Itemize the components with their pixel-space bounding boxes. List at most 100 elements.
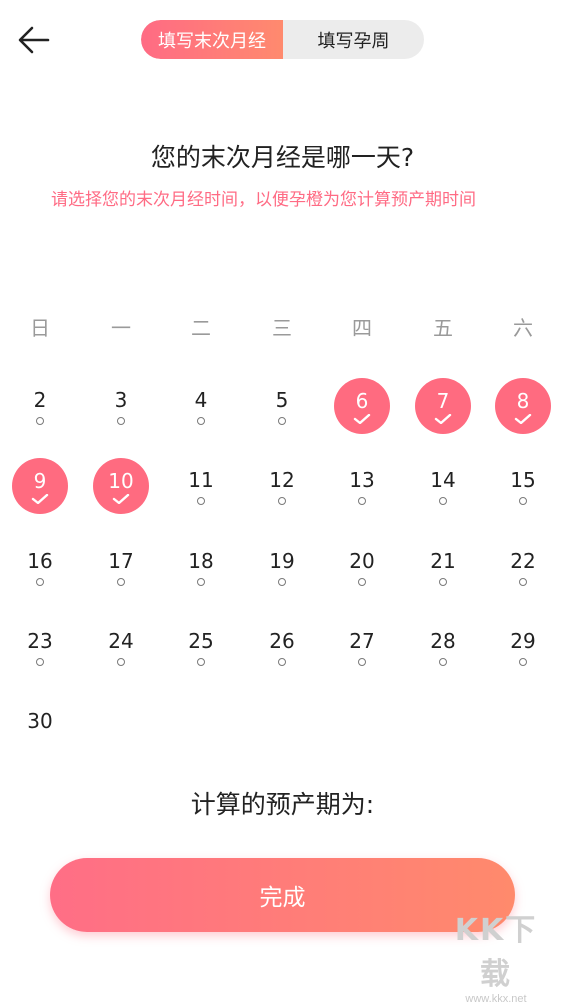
circle-indicator-icon bbox=[117, 658, 125, 666]
calendar-day[interactable]: 17 bbox=[93, 539, 149, 595]
calendar-day-number: 22 bbox=[510, 549, 536, 573]
calendar-day[interactable]: 9 bbox=[12, 458, 68, 514]
calendar-day[interactable]: 26 bbox=[254, 619, 310, 675]
circle-indicator-icon bbox=[358, 658, 366, 666]
calendar-day[interactable]: 7 bbox=[415, 378, 471, 434]
calendar-day-number: 7 bbox=[436, 389, 450, 413]
circle-indicator-icon bbox=[197, 497, 205, 505]
circle-indicator-icon bbox=[439, 578, 447, 586]
calendar-day-number: 9 bbox=[33, 469, 47, 493]
arrow-left-icon bbox=[18, 26, 50, 54]
calendar-day-number: 10 bbox=[108, 469, 134, 493]
circle-indicator-icon bbox=[36, 578, 44, 586]
circle-indicator-icon bbox=[358, 578, 366, 586]
calendar-day[interactable]: 30 bbox=[12, 699, 68, 755]
check-icon bbox=[514, 414, 532, 424]
weekday-label: 四 bbox=[352, 316, 372, 340]
calendar-day[interactable]: 10 bbox=[93, 458, 149, 514]
calendar-day[interactable]: 22 bbox=[495, 539, 551, 595]
calendar-day[interactable]: 3 bbox=[93, 378, 149, 434]
calendar-day-number: 14 bbox=[430, 468, 456, 492]
calendar-day-number: 18 bbox=[188, 549, 214, 573]
circle-indicator-icon bbox=[197, 417, 205, 425]
weekday-label: 六 bbox=[513, 316, 533, 340]
calendar-day-number: 23 bbox=[27, 629, 53, 653]
tab-gestational-week[interactable]: 填写孕周 bbox=[283, 20, 424, 59]
calendar-day-number: 27 bbox=[349, 629, 375, 653]
circle-indicator-icon bbox=[519, 578, 527, 586]
calendar-day-number: 25 bbox=[188, 629, 214, 653]
calendar-day[interactable]: 23 bbox=[12, 619, 68, 675]
calendar-day[interactable]: 28 bbox=[415, 619, 471, 675]
calendar-day-number: 3 bbox=[114, 388, 128, 412]
calendar-day[interactable]: 4 bbox=[173, 378, 229, 434]
calendar-day[interactable]: 24 bbox=[93, 619, 149, 675]
calendar-day[interactable]: 25 bbox=[173, 619, 229, 675]
calendar-day-number: 20 bbox=[349, 549, 375, 573]
calendar-day-number: 13 bbox=[349, 468, 375, 492]
circle-indicator-icon bbox=[439, 658, 447, 666]
question-title: 您的末次月经是哪一天? bbox=[150, 143, 415, 172]
calendar-day[interactable]: 14 bbox=[415, 458, 471, 514]
weekday-label: 三 bbox=[272, 316, 292, 340]
calendar-day-number: 29 bbox=[510, 629, 536, 653]
calendar-day[interactable]: 27 bbox=[334, 619, 390, 675]
calendar-day-number: 16 bbox=[27, 549, 53, 573]
weekday-label: 二 bbox=[191, 316, 211, 340]
calendar-day-number: 11 bbox=[188, 468, 214, 492]
circle-indicator-icon bbox=[36, 417, 44, 425]
calendar-day[interactable]: 19 bbox=[254, 539, 310, 595]
calendar-day[interactable]: 2 bbox=[12, 378, 68, 434]
watermark-url: www.kkx.net bbox=[465, 993, 527, 1005]
calendar-day[interactable]: 11 bbox=[173, 458, 229, 514]
watermark: KK下载 www.kkx.net bbox=[441, 905, 551, 1005]
tab-last-period[interactable]: 填写末次月经 bbox=[141, 20, 283, 59]
calendar-day-number: 15 bbox=[510, 468, 536, 492]
check-icon bbox=[112, 494, 130, 504]
circle-indicator-icon bbox=[197, 658, 205, 666]
circle-indicator-icon bbox=[117, 417, 125, 425]
back-button[interactable] bbox=[14, 20, 54, 60]
circle-indicator-icon bbox=[278, 497, 286, 505]
calendar-day-number: 2 bbox=[33, 388, 47, 412]
circle-indicator-icon bbox=[519, 658, 527, 666]
calendar-day-number: 26 bbox=[269, 629, 295, 653]
calendar-day[interactable]: 29 bbox=[495, 619, 551, 675]
calendar-day[interactable]: 21 bbox=[415, 539, 471, 595]
calendar-day[interactable]: 16 bbox=[12, 539, 68, 595]
circle-indicator-icon bbox=[117, 578, 125, 586]
calendar-day-number: 4 bbox=[194, 388, 208, 412]
circle-indicator-icon bbox=[519, 497, 527, 505]
calendar-day-number: 19 bbox=[269, 549, 295, 573]
weekday-header: 日一二三四五六 bbox=[0, 312, 565, 342]
mode-switch: 填写末次月经 填写孕周 bbox=[141, 20, 424, 59]
calendar-day[interactable]: 5 bbox=[254, 378, 310, 434]
circle-indicator-icon bbox=[36, 658, 44, 666]
circle-indicator-icon bbox=[278, 417, 286, 425]
check-icon bbox=[353, 414, 371, 424]
circle-indicator-icon bbox=[439, 497, 447, 505]
calendar-day-number: 12 bbox=[269, 468, 295, 492]
watermark-brand: KK下载 bbox=[454, 913, 538, 992]
circle-indicator-icon bbox=[197, 578, 205, 586]
calendar-day[interactable]: 18 bbox=[173, 539, 229, 595]
weekday-label: 日 bbox=[30, 316, 50, 340]
calendar-day[interactable]: 12 bbox=[254, 458, 310, 514]
weekday-label: 一 bbox=[111, 316, 131, 340]
check-icon bbox=[31, 494, 49, 504]
calendar-day[interactable]: 6 bbox=[334, 378, 390, 434]
calendar-day[interactable]: 8 bbox=[495, 378, 551, 434]
calendar-day[interactable]: 20 bbox=[334, 539, 390, 595]
calendar-day-number: 5 bbox=[275, 388, 289, 412]
calendar-day-number: 8 bbox=[516, 389, 530, 413]
calendar-day[interactable]: 15 bbox=[495, 458, 551, 514]
calendar-day-number: 30 bbox=[27, 709, 53, 733]
calendar-day-number: 6 bbox=[355, 389, 369, 413]
due-date-label: 计算的预产期为: bbox=[190, 790, 375, 819]
calendar-day-number: 24 bbox=[108, 629, 134, 653]
calendar-day[interactable]: 13 bbox=[334, 458, 390, 514]
calendar-day-number: 21 bbox=[430, 549, 456, 573]
circle-indicator-icon bbox=[358, 497, 366, 505]
calendar-day-number: 28 bbox=[430, 629, 456, 653]
weekday-label: 五 bbox=[433, 316, 453, 340]
